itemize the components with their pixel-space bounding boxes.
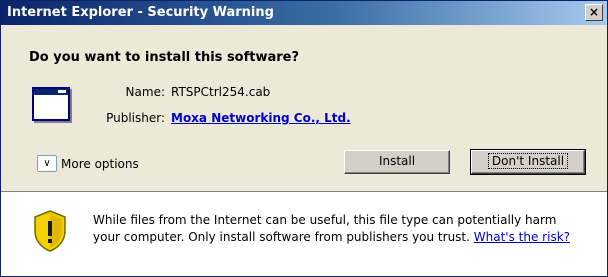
publisher-link[interactable]: Moxa Networking Co., Ltd. xyxy=(171,111,351,125)
name-value: RTSPCtrl254.cab xyxy=(171,85,271,99)
security-warning-dialog: Internet Explorer - Security Warning × D… xyxy=(0,0,608,277)
title-bar[interactable]: Internet Explorer - Security Warning × xyxy=(1,1,607,25)
close-icon: × xyxy=(588,5,600,19)
install-button-label: Install xyxy=(378,154,416,168)
dialog-heading: Do you want to install this software? xyxy=(29,50,300,65)
more-options-label[interactable]: More options xyxy=(61,157,139,171)
install-button[interactable]: Install xyxy=(344,150,450,174)
more-options-toggle[interactable]: ∨ More options xyxy=(37,155,139,172)
name-label: Name: xyxy=(125,85,165,99)
shield-warning-icon xyxy=(34,210,66,252)
window-title: Internet Explorer - Security Warning xyxy=(7,5,274,20)
publisher-label: Publisher: xyxy=(106,111,165,125)
warning-message: While files from the Internet can be use… xyxy=(93,212,603,246)
close-button[interactable]: × xyxy=(585,4,603,21)
chevron-double-down-icon[interactable]: ∨ xyxy=(37,155,57,172)
warning-line-2: your computer. Only install software fro… xyxy=(93,230,571,244)
dont-install-button[interactable]: Don't Install xyxy=(470,149,586,175)
whats-the-risk-link[interactable]: What's the risk? xyxy=(474,230,570,244)
dont-install-button-label: Don't Install xyxy=(487,153,569,169)
warning-line-1: While files from the Internet can be use… xyxy=(93,213,557,227)
